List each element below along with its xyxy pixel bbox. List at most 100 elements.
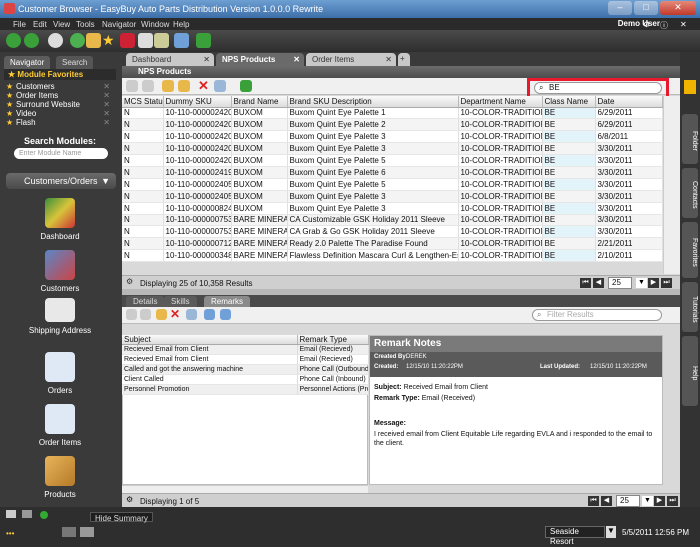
tab-remarks[interactable]: Remarks	[204, 296, 251, 307]
column-header[interactable]: Class Name	[542, 96, 596, 108]
column-header[interactable]: Brand SKU Description	[287, 96, 459, 108]
maximize-button[interactable]: □	[634, 1, 658, 15]
delete-icon[interactable]: ✕	[198, 78, 213, 93]
rail-tab-favorites[interactable]: Favorites	[682, 222, 698, 278]
table-row[interactable]: N 10-110-0000024200 BUXOM Buxom Quint Eye P…	[122, 154, 663, 167]
chart-icon[interactable]	[62, 527, 76, 537]
column-header[interactable]: Department Name	[458, 96, 543, 108]
prev-page-button[interactable]: ◀	[601, 496, 612, 506]
gear-icon[interactable]: ⚙	[126, 495, 133, 504]
tab-order-items[interactable]: Order Items ✕	[306, 53, 396, 66]
table-row[interactable]: N 10-110-0000008240 BUXOM Buxom Quint Eye P…	[122, 202, 663, 215]
favorite-item[interactable]: ★ Order Items ✕	[4, 91, 116, 100]
menu-window[interactable]: Window	[141, 20, 169, 29]
list-item[interactable]: Recieved Email from Client Email (Recieve…	[122, 344, 369, 355]
refresh-icon[interactable]	[70, 33, 85, 48]
module-search-input[interactable]: Enter Module Name	[14, 148, 108, 159]
column-header[interactable]: Remark Type	[297, 335, 369, 345]
close-tab-icon[interactable]: ✕	[203, 55, 210, 64]
grid-icon[interactable]	[204, 309, 215, 320]
first-page-button[interactable]: ⏮	[588, 496, 599, 506]
filter-input[interactable]: ⌕ Filter Results	[532, 309, 662, 321]
table-row[interactable]: N 10-110-0000024203 BUXOM Buxom Quint Eye P…	[122, 118, 663, 132]
tab-details[interactable]: Details	[126, 296, 165, 307]
document-icon[interactable]	[138, 33, 153, 48]
table-row[interactable]: N 10-110-0000024202 BUXOM Buxom Quint Eye P…	[122, 142, 663, 156]
table-row[interactable]: N 10-110-0000024057 BUXOM Buxom Quint Eye P…	[122, 178, 663, 191]
page-size-dropdown-icon[interactable]: ▼	[636, 278, 647, 288]
page-size-dropdown-icon[interactable]: ▼	[642, 496, 653, 506]
close-icon[interactable]: ✕	[680, 20, 687, 29]
close-tab-icon[interactable]: ✕	[385, 55, 392, 64]
last-page-button[interactable]: ⏭	[667, 496, 678, 506]
table-row[interactable]: N10-110-0000007122BARE MINERALSReady 2.0…	[122, 237, 663, 251]
tab-navigator[interactable]: Navigator	[4, 56, 51, 70]
prev-page-button[interactable]: ◀	[593, 278, 604, 288]
favorite-item[interactable]: ★ Video ✕	[4, 109, 116, 118]
page-size-select[interactable]: 25	[608, 277, 632, 289]
tools-icon[interactable]	[120, 33, 135, 48]
open-folder-icon[interactable]	[162, 80, 174, 92]
close-button[interactable]: ✕	[660, 1, 696, 15]
user-name[interactable]: Demo User	[618, 19, 660, 28]
remove-icon[interactable]: ✕	[103, 100, 110, 109]
tab-skills[interactable]: Skills	[164, 296, 197, 307]
minimize-button[interactable]: –	[608, 1, 632, 15]
column-header[interactable]: Subject	[122, 335, 298, 345]
search-icon[interactable]	[48, 33, 63, 48]
favorite-item[interactable]: ★ Surround Website ✕	[4, 100, 116, 109]
list-item[interactable]: Client Called Phone Call (Inbound)	[122, 374, 369, 385]
list-icon[interactable]	[220, 309, 231, 320]
copy-icon[interactable]	[140, 309, 151, 320]
close-tab-icon[interactable]: ✕	[293, 55, 300, 64]
tab-nps-products[interactable]: NPS Products ✕	[216, 53, 304, 66]
remove-icon[interactable]: ✕	[103, 109, 110, 118]
menu-tools[interactable]: Tools	[76, 20, 95, 29]
remove-icon[interactable]: ✕	[103, 82, 110, 91]
print-icon[interactable]	[214, 80, 226, 92]
column-header[interactable]: Dummy SKU	[163, 96, 232, 108]
menu-navigator[interactable]: Navigator	[102, 20, 136, 29]
column-header[interactable]: Date	[595, 96, 663, 108]
page-size-select[interactable]: 25	[616, 495, 640, 507]
module-customers[interactable]: Customers	[20, 250, 100, 293]
menu-help[interactable]: Help	[173, 20, 189, 29]
list-item[interactable]: Recieved Email from Client Email (Recieve…	[122, 354, 369, 365]
location-select[interactable]: Seaside Resort	[545, 526, 605, 546]
copy-icon[interactable]	[142, 80, 154, 92]
module-dashboard[interactable]: Dashboard	[20, 198, 100, 241]
next-page-button[interactable]: ▶	[648, 278, 659, 288]
module-products[interactable]: Products	[20, 456, 100, 499]
menu-edit[interactable]: Edit	[33, 20, 47, 29]
table-row[interactable]: N10-110-0000007535BARE MINERALSCA Custom…	[122, 214, 663, 227]
column-header[interactable]: MCS Status	[122, 96, 164, 108]
back-icon[interactable]	[6, 33, 21, 48]
grid-scrollbar[interactable]	[663, 96, 680, 274]
module-shipping-address[interactable]: Shipping Address	[20, 298, 100, 335]
rail-tab-contacts[interactable]: Contacts	[682, 168, 698, 218]
export-icon[interactable]	[196, 33, 211, 48]
folder-icon[interactable]	[156, 309, 167, 320]
folder-icon[interactable]	[86, 33, 101, 48]
tab-search[interactable]: Search	[56, 56, 94, 70]
gear-icon[interactable]: ⚙	[126, 277, 133, 286]
rail-tab-folder[interactable]: Folder	[682, 114, 698, 164]
pause-icon[interactable]	[684, 80, 696, 94]
table-row[interactable]: N 10-110-0000024202 BUXOM Buxom Quint Eye P…	[122, 130, 663, 144]
tab-dashboard[interactable]: Dashboard ✕	[126, 53, 214, 66]
monitor-icon[interactable]	[6, 510, 16, 518]
remarks-scrollbar[interactable]	[122, 485, 368, 493]
grid-icon[interactable]	[174, 33, 189, 48]
table-row[interactable]: N 10-110-0000024204 BUXOM Buxom Quint Eye P…	[122, 107, 663, 120]
table-row[interactable]: N10-110-0000007534BARE MINERALSCA Grab &…	[122, 225, 663, 239]
list-item[interactable]: Called and got the answering machine Phon…	[122, 364, 369, 375]
grid-icon[interactable]	[22, 510, 32, 518]
rail-tab-tutorials[interactable]: Tutorials	[682, 282, 698, 332]
chevron-down-icon[interactable]: ▼	[606, 526, 616, 538]
menu-file[interactable]: File	[13, 20, 26, 29]
table-row[interactable]: N 10-110-0000024056 BUXOM Buxom Quint Eye P…	[122, 190, 663, 203]
table-row[interactable]: N10-110-0000003480BARE MINERALSFlawless …	[122, 249, 663, 263]
first-page-button[interactable]: ⏮	[580, 278, 591, 288]
new-tab-button[interactable]: +	[398, 53, 410, 66]
module-order-items[interactable]: Order Items	[20, 404, 100, 447]
